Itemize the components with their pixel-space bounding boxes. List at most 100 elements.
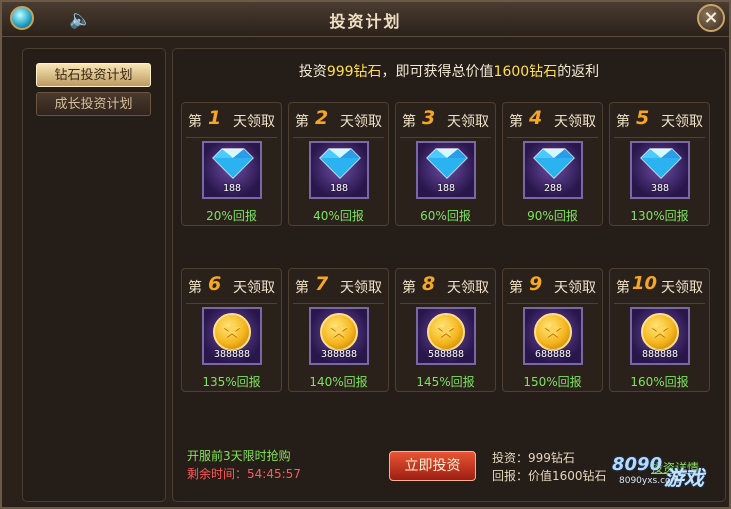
diamond-reward-slot: 388 <box>630 141 690 199</box>
diamond-reward-slot: 188 <box>416 141 476 199</box>
day-prefix: 第 <box>295 280 309 296</box>
limited-time-info: 开服前3天限时抢购 剩余时间：54:45:57 <box>187 447 367 483</box>
day-suffix: 天领取 <box>554 280 596 296</box>
site-watermark: 8090 游戏 8090yxs.com <box>612 450 726 505</box>
return-percent: 40%回报 <box>313 209 364 223</box>
tab-diamond-investment-plan[interactable]: 钻石投资计划 <box>36 63 151 87</box>
return-percent: 135%回报 <box>202 375 261 389</box>
investment-plan-window: 🔈 投资计划 × 钻石投资计划 成长投资计划 投资999钻石，即可获得总价值16… <box>0 0 731 509</box>
day-suffix: 天领取 <box>447 114 489 130</box>
plan-sidebar: 钻石投资计划 成长投资计划 <box>22 48 166 502</box>
coin-reward-slot: ★ 588888 <box>416 307 476 365</box>
day-prefix: 第 <box>295 114 309 130</box>
investment-label: 投资：999钻石 <box>492 451 575 465</box>
reward-card-day-9: 第 9 天领取 ★ 688888 150%回报 <box>502 268 603 392</box>
return-percent: 60%回报 <box>420 209 471 223</box>
close-icon[interactable]: × <box>697 4 725 32</box>
reward-amount: 188 <box>222 183 242 194</box>
return-percent: 20%回报 <box>206 209 257 223</box>
day-prefix: 第 <box>616 280 630 296</box>
day-suffix: 天领取 <box>340 114 382 130</box>
return-percent: 130%回报 <box>630 209 689 223</box>
card-day-header: 第 4 天领取 <box>509 107 596 133</box>
card-day-header: 第 8 天领取 <box>402 273 489 299</box>
day-number: 6 <box>208 273 222 295</box>
card-day-header: 第 6 天领取 <box>188 273 275 299</box>
headline-amount: 999钻石 <box>326 64 382 80</box>
diamond-reward-slot: 288 <box>523 141 583 199</box>
card-divider <box>186 137 277 138</box>
day-number: 7 <box>315 273 329 295</box>
day-prefix: 第 <box>188 114 202 130</box>
investment-panel: 投资999钻石，即可获得总价值1600钻石的返利 第 1 天领取 188 20%回报第 2… <box>172 48 726 502</box>
card-divider <box>507 137 598 138</box>
remaining-time-value: 54:45:57 <box>247 467 301 481</box>
tab-growth-investment-plan[interactable]: 成长投资计划 <box>36 92 151 116</box>
reward-amount: 188 <box>436 183 456 194</box>
day-suffix: 天领取 <box>233 114 275 130</box>
remaining-time-label: 剩余时间： <box>187 467 248 481</box>
day-prefix: 第 <box>402 114 416 130</box>
card-day-header: 第 7 天领取 <box>295 273 382 299</box>
card-divider <box>507 303 598 304</box>
return-percent: 150%回报 <box>523 375 582 389</box>
invest-now-button[interactable]: 立即投资 <box>389 451 476 481</box>
reward-amount: 388888 <box>320 349 358 360</box>
card-divider <box>293 303 384 304</box>
coin-icon: ★ <box>641 313 679 351</box>
day-suffix: 天领取 <box>661 280 703 296</box>
card-day-header: 第 3 天领取 <box>402 107 489 133</box>
day-number: 10 <box>632 273 658 294</box>
reward-card-day-2: 第 2 天领取 188 40%回报 <box>288 102 389 226</box>
window-title: 投资计划 <box>329 12 402 31</box>
day-prefix: 第 <box>188 280 202 296</box>
coin-reward-slot: ★ 888888 <box>630 307 690 365</box>
return-percent: 160%回报 <box>630 375 689 389</box>
reward-amount: 688888 <box>534 349 572 360</box>
reward-card-day-3: 第 3 天领取 188 60%回报 <box>395 102 496 226</box>
coin-reward-slot: ★ 388888 <box>202 307 262 365</box>
card-divider <box>614 303 705 304</box>
day-suffix: 天领取 <box>554 114 596 130</box>
headline-total: 1600钻石 <box>493 64 558 80</box>
reward-card-day-10: 第 10 天领取 ★ 888888 160%回报 <box>609 268 710 392</box>
reward-amount: 588888 <box>427 349 465 360</box>
coin-reward-slot: ★ 388888 <box>309 307 369 365</box>
card-day-header: 第 2 天领取 <box>295 107 382 133</box>
card-divider <box>186 303 277 304</box>
diamond-icon <box>212 148 254 179</box>
day-suffix: 天领取 <box>661 114 703 130</box>
diamond-icon <box>426 148 468 179</box>
coin-icon: ★ <box>534 313 572 351</box>
headline-middle: ，即可获得总价值 <box>381 64 494 80</box>
reward-card-day-8: 第 8 天领取 ★ 588888 145%回报 <box>395 268 496 392</box>
reward-amount: 288 <box>543 183 563 194</box>
reward-amount: 388888 <box>213 349 251 360</box>
reward-card-day-1: 第 1 天领取 188 20%回报 <box>181 102 282 226</box>
headline-prefix: 投资 <box>298 64 327 80</box>
investment-return-info: 投资：999钻石 回报：价值1600钻石 <box>492 449 632 485</box>
day-suffix: 天领取 <box>340 280 382 296</box>
reward-amount: 188 <box>329 183 349 194</box>
reward-amount: 888888 <box>641 349 679 360</box>
diamond-reward-slot: 188 <box>202 141 262 199</box>
day-prefix: 第 <box>509 280 523 296</box>
day-prefix: 第 <box>402 280 416 296</box>
watermark-main: 8090 <box>612 454 663 475</box>
day-number: 9 <box>529 273 543 295</box>
card-divider <box>293 137 384 138</box>
day-number: 5 <box>636 107 650 129</box>
coin-reward-slot: ★ 688888 <box>523 307 583 365</box>
card-day-header: 第 10 天领取 <box>616 273 703 299</box>
day-number: 3 <box>422 107 436 129</box>
card-divider <box>614 137 705 138</box>
card-day-header: 第 1 天领取 <box>188 107 275 133</box>
coin-icon: ★ <box>213 313 251 351</box>
title-bar: 🔈 投资计划 × <box>2 2 729 37</box>
day-number: 4 <box>529 107 543 129</box>
remaining-time-row: 剩余时间：54:45:57 <box>187 465 367 483</box>
return-label: 回报：价值1600钻石 <box>492 469 607 483</box>
card-divider <box>400 303 491 304</box>
investment-summary: 投资999钻石，即可获得总价值1600钻石的返利 <box>173 61 725 81</box>
day-prefix: 第 <box>616 114 630 130</box>
